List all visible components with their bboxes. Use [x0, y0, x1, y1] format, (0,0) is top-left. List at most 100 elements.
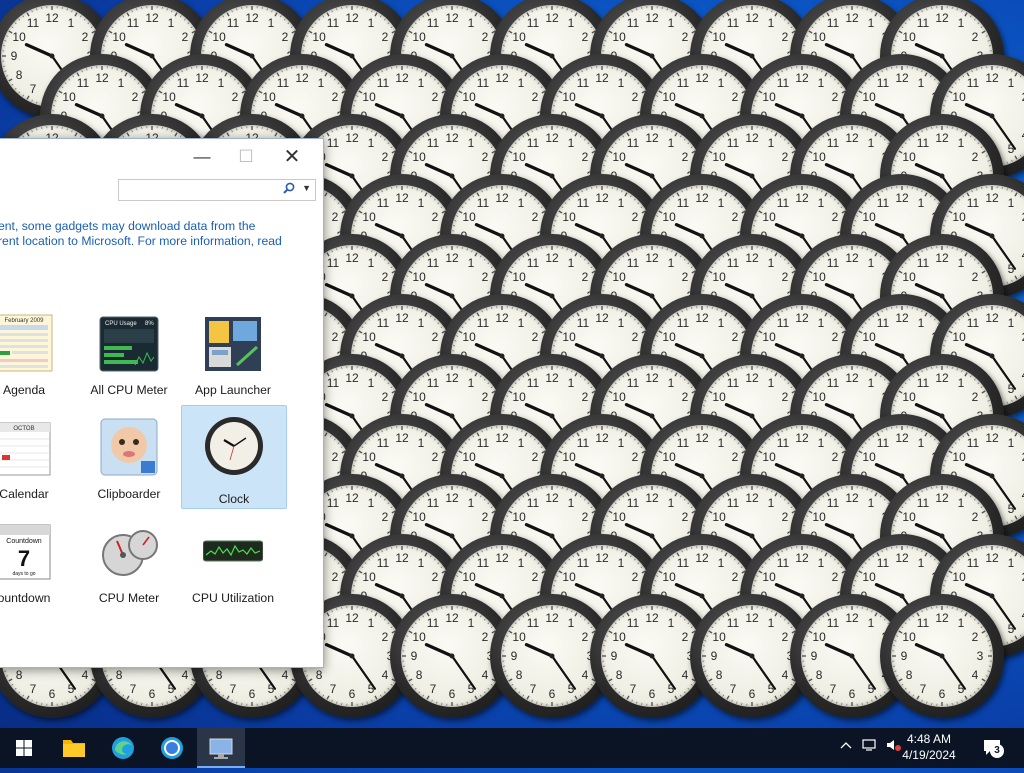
- chrome-button[interactable]: [148, 728, 196, 768]
- clock-numeral: 10: [612, 390, 626, 404]
- clock-numeral: 11: [527, 16, 540, 30]
- gadgets-taskbar-button[interactable]: [197, 728, 245, 768]
- clock-numeral: 11: [377, 316, 390, 330]
- search-icon[interactable]: [283, 182, 295, 197]
- clock-numeral: 12: [45, 11, 59, 25]
- clock-numeral: 10: [952, 450, 966, 464]
- clock-numeral: 11: [827, 16, 840, 30]
- clock-numeral: 9: [901, 649, 908, 663]
- clock-numeral: 2: [832, 210, 839, 224]
- clock-numeral: 11: [527, 256, 540, 270]
- clock-numeral: 1: [618, 196, 625, 210]
- windows-logo-icon: [16, 740, 32, 756]
- gadget-clock[interactable]: Clock: [181, 405, 287, 509]
- clock-numeral: 1: [918, 76, 925, 90]
- clock-numeral: 1: [818, 196, 825, 210]
- search-input[interactable]: [119, 180, 287, 198]
- clock-numeral: 6: [149, 687, 156, 701]
- clock-numeral: 10: [62, 90, 76, 104]
- folder-icon: [50, 728, 98, 768]
- clock-numeral: 10: [862, 570, 876, 584]
- edge-button[interactable]: [99, 728, 147, 768]
- clock-numeral: 4: [282, 668, 289, 682]
- clock-numeral: 10: [462, 450, 476, 464]
- clock-numeral: 9: [611, 649, 618, 663]
- clock-numeral: 1: [118, 76, 125, 90]
- clock-numeral: 11: [677, 436, 690, 450]
- clock-hand: [826, 645, 852, 656]
- clock-numeral: 6: [249, 687, 256, 701]
- clock-numeral: 1: [468, 136, 475, 150]
- clock-numeral: 11: [377, 436, 390, 450]
- maximize-button[interactable]: ☐: [226, 143, 266, 171]
- clock-date[interactable]: 4/19/2024: [892, 748, 966, 762]
- clock-numeral: 1: [1008, 316, 1015, 330]
- clock-numeral: 10: [112, 30, 126, 44]
- clock-numeral: 12: [695, 191, 709, 205]
- clock-time[interactable]: 4:48 AM: [892, 731, 966, 747]
- clock-numeral: 2: [582, 630, 589, 644]
- clock-numeral: 2: [682, 150, 689, 164]
- clock-numeral: 1: [418, 316, 425, 330]
- clock-numeral: 1: [418, 76, 425, 90]
- cpu-utilization-icon: [203, 521, 263, 581]
- clock-numeral: 11: [677, 556, 690, 570]
- clock-numeral: 2: [632, 90, 639, 104]
- clock-numeral: 2: [972, 630, 979, 644]
- clock-numeral: 9: [511, 649, 518, 663]
- clock-numeral: 12: [345, 611, 359, 625]
- notice-line-2[interactable]: rent location to Microsoft. For more inf…: [0, 234, 318, 249]
- clock-numeral: 10: [902, 390, 916, 404]
- clock-numeral: 12: [695, 311, 709, 325]
- desktop-clock-gadget[interactable]: 121234567891011: [880, 594, 1004, 718]
- clock-numeral: 1: [958, 376, 965, 390]
- minimize-button[interactable]: —: [182, 143, 222, 171]
- clock-numeral: 1: [518, 316, 525, 330]
- clock-numeral: 10: [862, 90, 876, 104]
- clock-numeral: 11: [677, 196, 690, 210]
- clock-numeral: 10: [762, 570, 776, 584]
- clock-numeral: 10: [612, 270, 626, 284]
- show-hidden-icons-icon[interactable]: [840, 738, 852, 755]
- clock-numeral: 1: [568, 16, 575, 30]
- clock-numeral: 2: [82, 30, 89, 44]
- clock-numeral: 10: [662, 450, 676, 464]
- chrome-icon: [148, 728, 196, 768]
- clock-numeral: 1: [568, 616, 575, 630]
- clock-numeral: 2: [632, 330, 639, 344]
- close-button[interactable]: ✕: [272, 143, 312, 171]
- clock-numeral: 2: [482, 510, 489, 524]
- clock-numeral: 1: [868, 616, 875, 630]
- clock-numeral: 2: [532, 90, 539, 104]
- clock-numeral: 11: [877, 196, 890, 210]
- gadget-cpu-utilization[interactable]: CPU Utilization: [181, 515, 285, 617]
- clock-numeral: 10: [312, 30, 326, 44]
- clock-numeral: 11: [427, 256, 440, 270]
- clock-numeral: 12: [985, 191, 999, 205]
- notification-center-button[interactable]: 3: [982, 738, 1004, 758]
- clock-numeral: 10: [162, 90, 176, 104]
- gadget-label: CPU Utilization: [161, 591, 305, 605]
- clock-hand: [352, 656, 375, 689]
- clock-numeral: 2: [432, 90, 439, 104]
- clock-hand: [752, 656, 775, 689]
- clock-numeral: 10: [812, 30, 826, 44]
- clock-numeral: 7: [430, 682, 437, 696]
- search-box[interactable]: ▼: [118, 179, 316, 201]
- clock-numeral: 2: [382, 390, 389, 404]
- clock-numeral: 1: [168, 16, 175, 30]
- clock-numeral: 1: [768, 616, 775, 630]
- network-icon[interactable]: [862, 738, 878, 755]
- gadget-app-launcher[interactable]: App Launcher: [181, 307, 285, 409]
- clock-numeral: 10: [712, 30, 726, 44]
- clock-numeral: 11: [877, 436, 890, 450]
- clock-numeral: 12: [595, 191, 609, 205]
- clock-numeral: 12: [495, 551, 509, 565]
- chevron-down-icon[interactable]: ▼: [302, 183, 311, 193]
- clock-numeral: 10: [562, 330, 576, 344]
- clock-numeral: 12: [845, 491, 859, 505]
- clock-numeral: 2: [682, 390, 689, 404]
- clock-numeral: 1: [568, 136, 575, 150]
- start-button[interactable]: [0, 728, 48, 768]
- file-explorer-button[interactable]: [50, 728, 98, 768]
